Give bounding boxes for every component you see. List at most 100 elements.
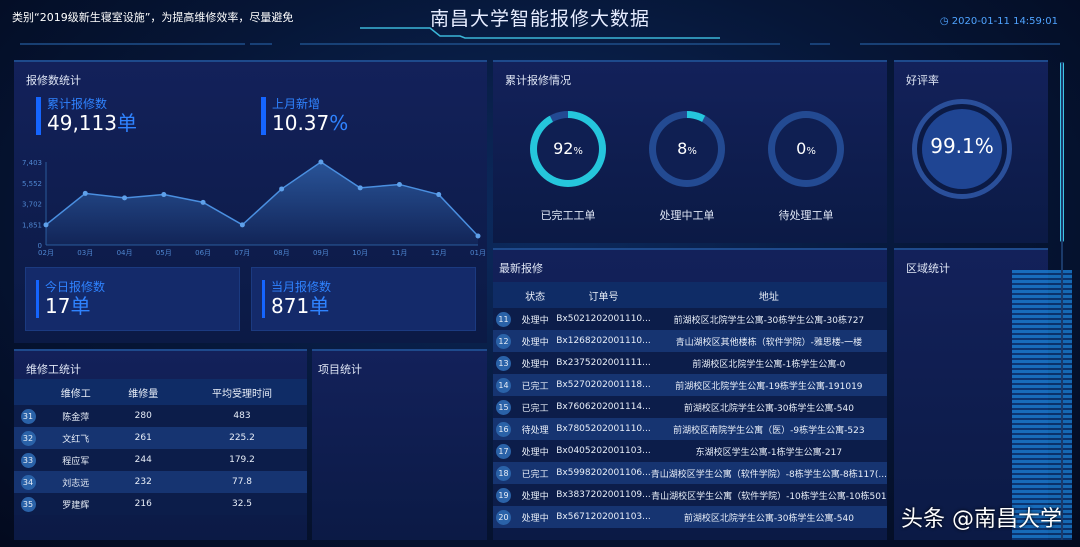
- row-number-badge: 11: [495, 311, 511, 327]
- cell-addr: 前湖校区北院学生公寓-19栋学生公寓-191019: [675, 381, 863, 392]
- ring-unit: %: [573, 146, 583, 157]
- data-point: [43, 222, 49, 228]
- ring-value: 8: [677, 139, 688, 158]
- x-tick-label: 02月: [38, 249, 54, 257]
- panel-title: 好评率: [906, 74, 939, 87]
- cell-count: 261: [134, 433, 152, 443]
- rating-value: 99.1%: [930, 134, 994, 158]
- x-tick-label: 03月: [77, 249, 93, 257]
- x-tick-label: 07月: [234, 249, 250, 257]
- table-row[interactable]: 35 罗建辉 216 32.5: [14, 493, 307, 515]
- table-row[interactable]: 34 刘志远 232 77.8: [14, 471, 307, 493]
- panel-title: 最新报修: [499, 262, 543, 275]
- panel-title: 报修数统计: [26, 74, 81, 87]
- cell-order: Bx5021202001110...: [556, 314, 651, 324]
- table-row[interactable]: 11 处理中 Bx5021202001110... 前湖校区北院学生公寓-30栋学生公…: [493, 308, 887, 330]
- table-row[interactable]: 13 处理中 Bx2375202001111... 前湖校区北院学生公寓-1栋学生公寓…: [493, 352, 887, 374]
- cell-order: Bx5671202001103...: [556, 512, 651, 522]
- table-row[interactable]: 14 已完工 Bx5270202001118... 前湖校区北院学生公寓-19栋学生公…: [493, 374, 887, 396]
- cell-count: 216: [134, 499, 152, 509]
- today-repairs-stat: 今日报修数 17单: [36, 280, 105, 318]
- month-repairs-box: 当月报修数 871单: [251, 267, 476, 331]
- table-row[interactable]: 16 待处理 Bx7805202001110... 前湖校区南院学生公寓（医）-9栋学…: [493, 418, 887, 440]
- table-row[interactable]: 15 已完工 Bx7606202001114... 前湖校区北院学生公寓-30栋学生公…: [493, 396, 887, 418]
- table-row[interactable]: 18 已完工 Bx5998202001106... 青山湖校区学生公寓（软件学院）-8…: [493, 462, 887, 484]
- cell-status: 待处理: [521, 425, 549, 436]
- progress-ring: 92%: [530, 111, 606, 187]
- table-row[interactable]: 32 文红飞 261 225.2: [14, 427, 307, 449]
- panel-title: 项目统计: [318, 363, 362, 376]
- table-row[interactable]: 33 程应军 244 179.2: [14, 449, 307, 471]
- area-fill: [46, 162, 478, 245]
- cell-time: 225.2: [229, 433, 255, 443]
- table-row[interactable]: 17 处理中 Bx0405202001103... 东湖校区学生公寓-1栋学生公寓-2…: [493, 440, 887, 462]
- row-number-badge: 20: [495, 509, 511, 525]
- table-row[interactable]: 12 处理中 Bx1268202001110... 青山湖校区其他楼栋（软件学院）-雅…: [493, 330, 887, 352]
- cell-addr: 青山湖校区学生公寓（软件学院）-10栋学生公寓-10栋501: [651, 491, 887, 502]
- cell-addr: 青山湖校区学生公寓（软件学院）-8栋学生公寓-8栋117(...: [650, 469, 887, 480]
- cell-time: 32.5: [231, 499, 253, 509]
- x-tick-label: 01月: [470, 249, 486, 257]
- cell-status: 已完工: [521, 469, 549, 480]
- cell-addr: 前湖校区南院学生公寓（医）-9栋学生公寓-523: [673, 425, 865, 436]
- clock-icon: ◷: [939, 16, 952, 27]
- row-number-badge: 19: [495, 487, 511, 503]
- data-point: [161, 192, 167, 198]
- cell-name: 文红飞: [62, 434, 90, 445]
- data-point: [318, 159, 324, 165]
- row-number-badge: 34: [20, 474, 36, 490]
- scrollbar-track[interactable]: [1061, 62, 1063, 540]
- cell-order: Bx5998202001106...: [556, 468, 651, 478]
- panel-title: 累计报修情况: [505, 74, 571, 87]
- stat-label: 累计报修数: [47, 97, 108, 111]
- cell-status: 已完工: [521, 381, 549, 392]
- table-row[interactable]: 20 处理中 Bx5671202001103... 前湖校区北院学生公寓-30栋学生公…: [493, 506, 887, 528]
- cell-name: 刘志远: [62, 478, 90, 489]
- cell-status: 处理中: [521, 337, 549, 348]
- ring-value: 0: [796, 139, 807, 158]
- cell-addr: 东湖校区学生公寓-1栋学生公寓-217: [695, 447, 843, 458]
- panel-title: 区域统计: [906, 262, 950, 275]
- cell-order: Bx0405202001103...: [556, 446, 651, 456]
- stat-unit: 单: [70, 294, 91, 318]
- stat-value: 10.37: [272, 111, 330, 135]
- col-header: 地址: [650, 282, 887, 308]
- data-point: [239, 222, 245, 228]
- latest-repairs-table: 状态 订单号 地址 11 处理中 Bx5021202001110... 前湖校区北院学生公…: [493, 282, 887, 528]
- ring-unit: %: [806, 146, 816, 157]
- workers-panel: 维修工统计 维修工 维修量 平均受理时间 31 陈金萍 280 483 32 文红飞 261 22…: [14, 349, 307, 540]
- stat-unit: 单: [116, 111, 137, 135]
- region-bar-chart: [1012, 270, 1072, 540]
- stat-value: 17: [45, 294, 71, 318]
- total-repairs-stat: 累计报修数 49,113单: [36, 97, 137, 135]
- x-tick-label: 06月: [195, 249, 211, 257]
- project-panel: 项目统计: [312, 349, 487, 540]
- cell-order: Bx7805202001110...: [556, 424, 651, 434]
- latest-repairs-panel: 最新报修 状态 订单号 地址 11 处理中 Bx5021202001110... 前湖校区…: [493, 248, 887, 540]
- month-repairs-stat: 当月报修数 871单: [262, 280, 331, 318]
- cell-addr: 前湖校区北院学生公寓-1栋学生公寓-0: [692, 359, 846, 370]
- cell-name: 罗建辉: [62, 500, 90, 511]
- cell-count: 244: [134, 455, 152, 465]
- x-tick-label: 10月: [352, 249, 368, 257]
- table-row[interactable]: 31 陈金萍 280 483: [14, 405, 307, 427]
- col-header: 状态: [513, 282, 557, 308]
- stat-label: 今日报修数: [45, 280, 106, 294]
- data-point: [200, 199, 206, 205]
- y-tick-label: 3,702: [22, 201, 42, 209]
- cell-order: Bx5270202001118...: [556, 380, 651, 390]
- data-point: [396, 181, 402, 187]
- ring-label: 待处理工单: [778, 209, 834, 222]
- datetime-text: 2020-01-11 14:59:01: [951, 16, 1058, 27]
- table-row[interactable]: 19 处理中 Bx3837202001109... 青山湖校区学生公寓（软件学院）-1…: [493, 484, 887, 506]
- cell-name: 程应军: [62, 456, 90, 467]
- row-number-badge: 32: [20, 430, 36, 446]
- data-point: [357, 185, 363, 191]
- x-tick-label: 05月: [156, 249, 172, 257]
- x-tick-label: 04月: [117, 249, 133, 257]
- repair-stats-panel: 报修数统计 累计报修数 49,113单 上月新增 10.37% 02月 03月 04…: [14, 60, 487, 343]
- cumulative-panel: 累计报修情况 92% 已完工工单 8% 处理中工单 0% 待处理工单: [493, 60, 887, 243]
- row-number-badge: 18: [495, 465, 511, 481]
- cell-order: Bx3837202001109...: [556, 490, 651, 500]
- col-header: 维修工: [42, 379, 110, 405]
